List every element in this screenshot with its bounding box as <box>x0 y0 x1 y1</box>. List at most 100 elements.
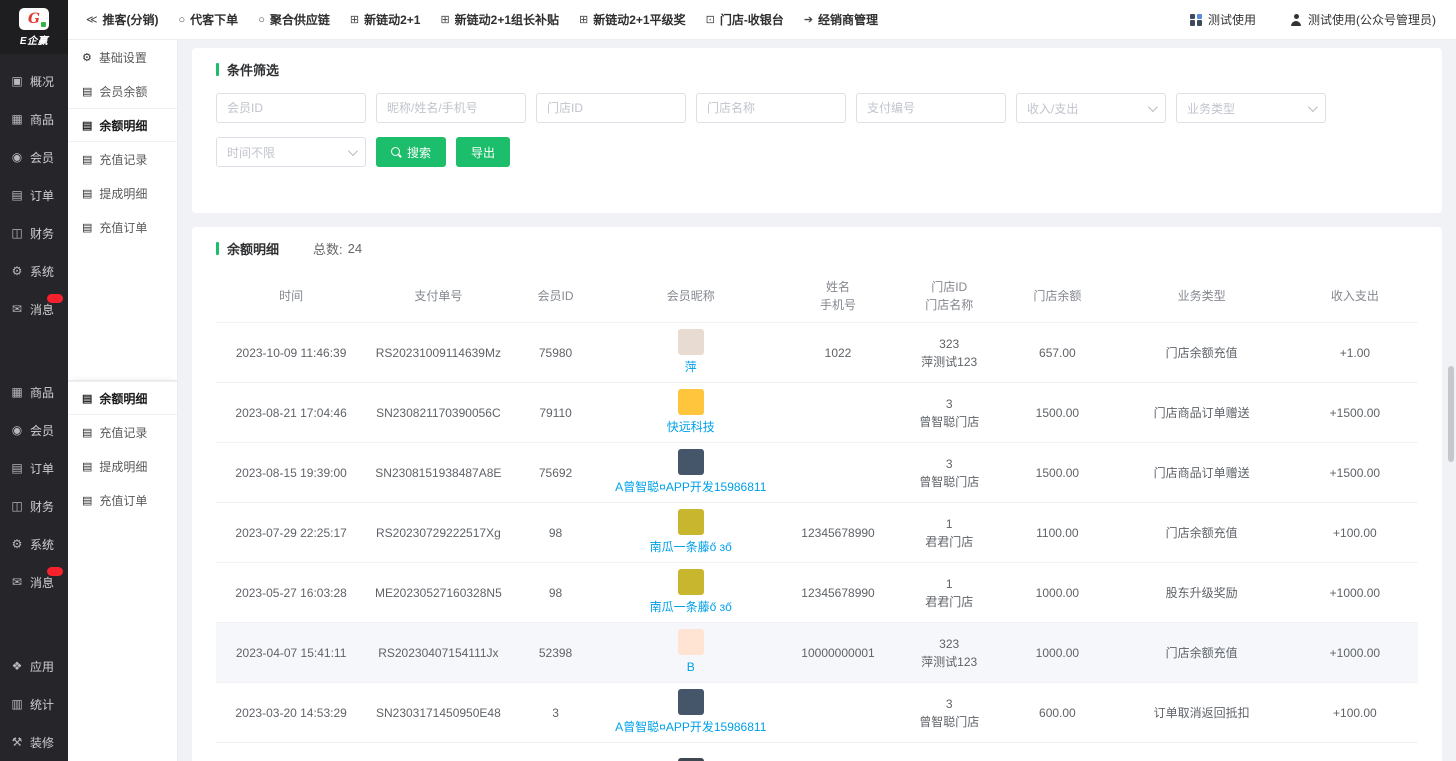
submenu-item-recharge-orders[interactable]: ▤ 充值订单 <box>68 210 177 244</box>
col-biz-type: 业务类型 <box>1111 270 1291 323</box>
submenu-item-recharge-records-2[interactable]: ▤ 充值记录 <box>68 415 177 449</box>
submenu-item-recharge-records[interactable]: ▤ 充值记录 <box>68 142 177 176</box>
grid-glyph-icon: ⊞ <box>350 13 359 26</box>
nav-liandong-level-award[interactable]: ⊞ 新链动2+1平级奖 <box>579 11 686 28</box>
sidebar-item-system-2[interactable]: ⚙ 系统 <box>0 525 68 563</box>
member-avatar <box>678 449 704 475</box>
cell-store: 1 君君门店 <box>895 563 1003 623</box>
cell-biz-type: 门店余额充值 <box>1111 623 1291 683</box>
member-id-input[interactable] <box>216 93 366 123</box>
nav-distributor-management[interactable]: ➔ 经销商管理 <box>804 11 878 28</box>
sidebar-item-messages-2[interactable]: ✉ 消息 <box>0 563 68 601</box>
nav-proxy-order[interactable]: ○ 代客下单 <box>179 11 239 28</box>
pay-no-input[interactable] <box>856 93 1006 123</box>
cell-biz-type: 门店商品订单赠送 <box>1111 443 1291 503</box>
cell-in-out: +100.00 <box>1292 683 1418 743</box>
submenu-item-balance-detail-2[interactable]: ▤ 余额明细 <box>68 381 177 415</box>
time-range-select[interactable]: 时间不限 <box>216 137 366 167</box>
sidebar-item-messages[interactable]: ✉ 消息 <box>0 290 68 328</box>
logo-icon: G <box>19 8 49 30</box>
document-icon: ▤ <box>82 460 92 473</box>
nav-supply-chain[interactable]: ○ 聚合供应链 <box>258 11 330 28</box>
store-name-input[interactable] <box>696 93 846 123</box>
sidebar-item-finance[interactable]: ◫ 财务 <box>0 214 68 252</box>
sidebar-group-secondary: ▦ 商品 ◉ 会员 ▤ 订单 ◫ 财务 ⚙ 系统 ✉ 消息 <box>0 373 68 601</box>
scrollbar[interactable] <box>1448 0 1455 761</box>
app-logo[interactable]: G E企赢 <box>0 0 68 54</box>
cell-biz-type: 门店余额充值 <box>1111 323 1291 383</box>
workspace-switcher[interactable]: 测试使用 <box>1190 11 1256 28</box>
goods-icon: ▦ <box>10 385 24 399</box>
unread-badge <box>47 294 63 303</box>
nav-liandong[interactable]: ⊞ 新链动2+1 <box>350 11 421 28</box>
member-nickname-link[interactable]: 南瓜一条藤ő ɜő <box>650 538 732 556</box>
grid-glyph-icon: ⊞ <box>579 13 588 26</box>
submenu-item-member-balance[interactable]: ▤ 会员余额 <box>68 74 177 108</box>
member-avatar <box>678 329 704 355</box>
submenu: ⚙ 基础设置 ▤ 会员余额 ▤ 余额明细 ▤ 充值记录 <box>68 40 178 761</box>
member-nickname-link[interactable]: 快远科技 <box>667 418 715 436</box>
nav-store-cashier[interactable]: ⊡ 门店-收银台 <box>706 11 784 28</box>
cell-member-id: 52398 <box>510 623 600 683</box>
cell-member-id: 75980 <box>510 323 600 383</box>
cell-nickname: 萍 <box>601 323 781 383</box>
sidebar-item-goods[interactable]: ▦ 商品 <box>0 100 68 138</box>
sidebar-item-members-2[interactable]: ◉ 会员 <box>0 411 68 449</box>
cell-balance: 1100.00 <box>1003 503 1111 563</box>
scrollbar-thumb[interactable] <box>1448 366 1454 462</box>
cell-in-out: +100.00 <box>1292 503 1418 563</box>
filter-row-2: 时间不限 搜索 导出 <box>216 137 1418 167</box>
sidebar-item-orders-2[interactable]: ▤ 订单 <box>0 449 68 487</box>
member-nickname-link[interactable]: B <box>687 658 695 676</box>
search-button[interactable]: 搜索 <box>376 137 446 167</box>
cell-pay-no: SN230821170390056C <box>366 383 510 443</box>
filter-card: 条件筛选 收入/支出 业务类型 <box>192 48 1442 213</box>
submenu-item-commission-detail[interactable]: ▤ 提成明细 <box>68 176 177 210</box>
submenu-item-basic-settings[interactable]: ⚙ 基础设置 <box>68 40 177 74</box>
col-balance: 门店余额 <box>1003 270 1111 323</box>
nav-tuike-distribution[interactable]: ≪ 推客(分销) <box>86 11 159 28</box>
cell-in-out: +1000.00 <box>1292 563 1418 623</box>
cell-member-id: 98 <box>510 503 600 563</box>
member-nickname-link[interactable]: A曾智聪¤APP开发15986811 <box>615 718 766 736</box>
member-nickname-link[interactable]: 南瓜一条藤ő ɜő <box>650 598 732 616</box>
table-row: 2023-08-15 19:39:00 SN2308151938487A8E 7… <box>216 443 1418 503</box>
sidebar-item-system[interactable]: ⚙ 系统 <box>0 252 68 290</box>
submenu-item-balance-detail[interactable]: ▤ 余额明细 <box>68 108 177 142</box>
store-id-input[interactable] <box>536 93 686 123</box>
sidebar-item-overview[interactable]: ▣ 概况 <box>0 62 68 100</box>
inout-select[interactable]: 收入/支出 <box>1016 93 1166 123</box>
sidebar-item-decorate[interactable]: ⚒ 装修 <box>0 723 68 761</box>
member-avatar <box>678 629 704 655</box>
sidebar-item-finance-2[interactable]: ◫ 财务 <box>0 487 68 525</box>
gear-icon: ⚙ <box>82 51 92 64</box>
cell-in-out: +1.00 <box>1292 323 1418 383</box>
balance-detail-card: 余额明细 总数: 24 时间 支付单号 会员ID 会员昵称 <box>192 227 1442 761</box>
unread-badge <box>47 567 63 576</box>
cell-name-phone <box>781 683 895 743</box>
nav-liandong-leader-subsidy[interactable]: ⊞ 新链动2+1组长补贴 <box>440 11 559 28</box>
cell-biz-type: 门店商品订单赠送 <box>1111 383 1291 443</box>
submenu-item-recharge-orders-2[interactable]: ▤ 充值订单 <box>68 483 177 517</box>
document-icon: ▤ <box>82 494 92 507</box>
cell-time <box>216 743 366 761</box>
circle-icon: ○ <box>179 14 186 26</box>
biz-type-select[interactable]: 业务类型 <box>1176 93 1326 123</box>
nickname-input[interactable] <box>376 93 526 123</box>
member-nickname-link[interactable]: A曾智聪¤APP开发15986811 <box>615 478 766 496</box>
cell-balance: 1500.00 <box>1003 443 1111 503</box>
account-menu[interactable]: 测试使用(公众号管理员) <box>1290 11 1436 28</box>
member-nickname-link[interactable]: 萍 <box>685 358 697 376</box>
sidebar-item-orders[interactable]: ▤ 订单 <box>0 176 68 214</box>
sidebar-item-members[interactable]: ◉ 会员 <box>0 138 68 176</box>
sidebar-item-stats[interactable]: ▥ 统计 <box>0 685 68 723</box>
submenu-item-commission-detail-2[interactable]: ▤ 提成明细 <box>68 449 177 483</box>
cell-nickname: B <box>601 623 781 683</box>
grid-icon <box>1190 14 1202 26</box>
cell-store: 3 <box>895 743 1003 761</box>
sidebar-item-goods-2[interactable]: ▦ 商品 <box>0 373 68 411</box>
export-button[interactable]: 导出 <box>456 137 510 167</box>
filter-card-header: 条件筛选 <box>216 60 1418 79</box>
sidebar-item-apps[interactable]: ❖ 应用 <box>0 647 68 685</box>
chevron-down-icon <box>1308 102 1318 112</box>
